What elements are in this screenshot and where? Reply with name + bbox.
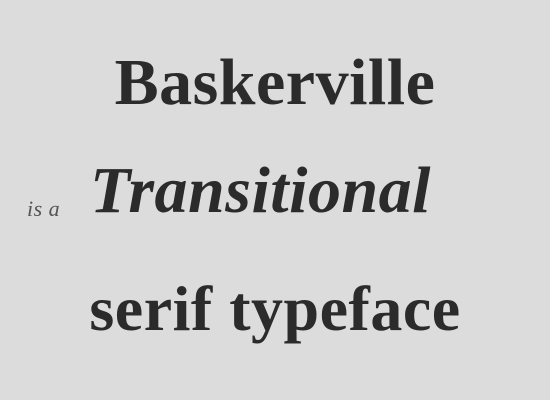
- classification-text: Transitional: [90, 154, 431, 227]
- typeface-specimen: Baskerville is a Transitional serif type…: [0, 0, 550, 400]
- category-text: serif typeface: [89, 273, 461, 344]
- connector-text: is a: [27, 196, 61, 221]
- typeface-name: Baskerville: [114, 46, 436, 119]
